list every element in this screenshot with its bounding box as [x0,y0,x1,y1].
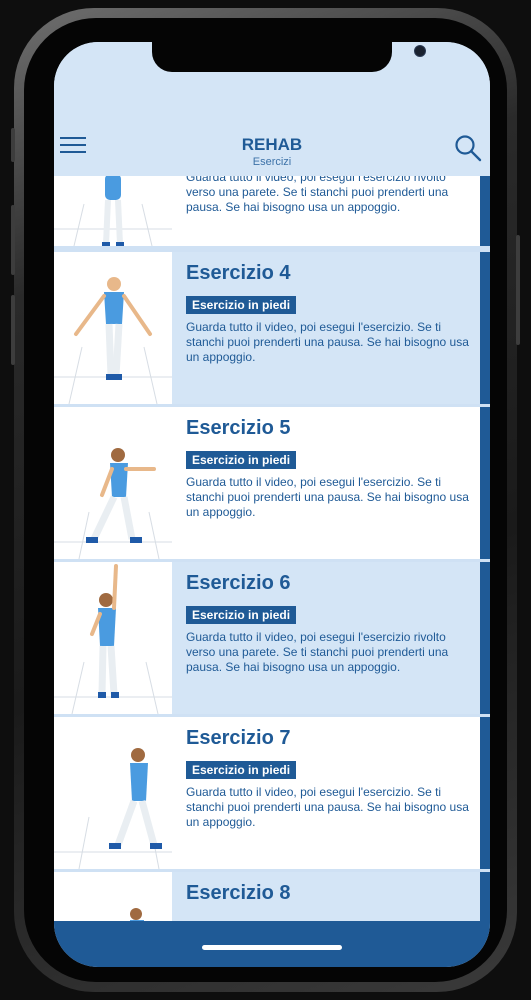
figure-lunge-icon [54,448,172,559]
exercise-title: Esercizio 4 [186,262,291,284]
exercise-description: Guarda tutto il video, poi esegui l'eser… [186,630,449,674]
exercise-badge: Esercizio in piedi [186,606,297,624]
exercise-badge: Esercizio in piedi [186,761,297,779]
page-subtitle: Esercizi [252,156,292,168]
phone-side-button-left-3 [11,295,15,365]
exercise-title: Esercizio 5 [186,417,291,439]
app-title: REHAB [241,135,303,154]
item-edge [480,176,490,246]
front-camera [414,45,426,57]
exercise-badge: Esercizio in piedi [186,296,297,314]
exercise-badge: Esercizio in piedi [186,451,297,469]
exercise-item-5[interactable]: Esercizio 5 Esercizio in piedi Guarda tu… [54,407,490,559]
exercise-item-6[interactable]: Esercizio 6 Esercizio in piedi Guarda tu… [54,562,490,714]
figure-arm-raised-icon [54,564,172,714]
figure-standing-icon [54,176,172,246]
phone-side-button-left-1 [11,128,15,162]
phone-side-button-left-2 [11,205,15,275]
item-edge [480,252,490,404]
exercise-thumbnail [54,562,172,714]
exercise-thumbnail [54,407,172,559]
exercise-item-7[interactable]: Esercizio 7 Esercizio in piedi Guarda tu… [54,717,490,869]
search-icon[interactable] [454,134,482,162]
figure-walking-icon [54,748,172,869]
figure-standing-icon [130,908,144,921]
item-edge [480,717,490,869]
item-edge [480,407,490,559]
exercise-item-4[interactable]: Esercizio 4 Esercizio in piedi Guarda tu… [54,252,490,404]
bottom-bar [54,921,490,967]
home-indicator[interactable] [202,945,342,950]
app-screen: REHAB Esercizi Guarda tutto il video, po… [54,42,490,967]
exercise-thumbnail [54,717,172,869]
exercise-title: Esercizio 8 [186,882,291,904]
exercise-item-3[interactable]: Guarda tutto il video, poi esegui l'eser… [54,176,490,246]
exercise-description: Guarda tutto il video, poi esegui l'eser… [186,785,469,829]
notch [152,42,426,72]
exercise-description: Guarda tutto il video, poi esegui l'eser… [186,176,449,214]
phone-side-button-right [516,235,520,345]
exercise-item-8[interactable]: Esercizio 8 [54,872,490,921]
figure-arms-out-icon [54,277,172,404]
item-edge [480,872,490,921]
exercise-title: Esercizio 7 [186,727,291,749]
item-edge [480,562,490,714]
exercise-title: Esercizio 6 [186,572,291,594]
exercise-thumbnail [54,176,172,246]
exercise-list[interactable]: Guarda tutto il video, poi esegui l'eser… [54,176,490,921]
exercise-thumbnail [54,252,172,404]
exercise-description: Guarda tutto il video, poi esegui l'eser… [186,475,469,519]
exercise-thumbnail [54,872,172,921]
exercise-description: Guarda tutto il video, poi esegui l'eser… [186,320,469,364]
